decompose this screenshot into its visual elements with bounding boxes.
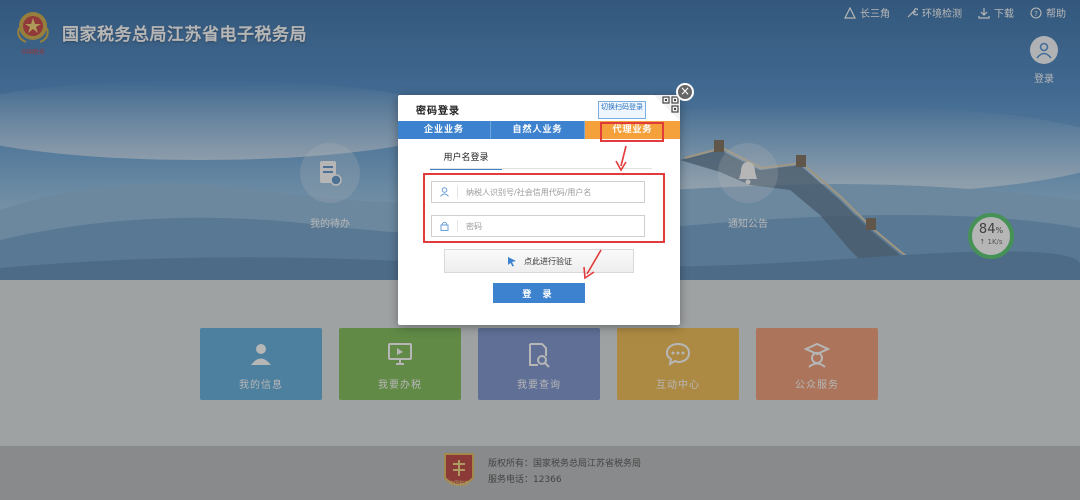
pointer-click-icon — [508, 257, 516, 267]
login-modal: 密码登录 切换扫码登录 企业业务 自然人业务 代理业务 用户名登录 点此进行验证… — [398, 95, 680, 325]
tab-enterprise[interactable]: 企业业务 — [398, 121, 491, 139]
switch-qr-login-button[interactable]: 切换扫码登录 — [598, 101, 646, 119]
password-field — [431, 215, 645, 237]
sub-tab-divider — [430, 168, 652, 169]
lock-icon — [432, 220, 458, 232]
username-field — [431, 181, 645, 203]
tab-individual[interactable]: 自然人业务 — [491, 121, 585, 139]
captcha-verify-button[interactable]: 点此进行验证 — [444, 249, 634, 273]
tab-agency[interactable]: 代理业务 — [585, 121, 680, 139]
qr-code-icon[interactable] — [654, 95, 680, 121]
password-input[interactable] — [458, 221, 638, 231]
modal-title: 密码登录 — [416, 106, 460, 117]
close-icon[interactable]: × — [676, 83, 694, 101]
login-type-tabs: 企业业务 自然人业务 代理业务 — [398, 121, 680, 139]
tab-username-login[interactable]: 用户名登录 — [430, 150, 502, 170]
user-icon — [432, 186, 458, 198]
login-button[interactable]: 登 录 — [493, 283, 585, 303]
username-input[interactable] — [458, 187, 638, 197]
